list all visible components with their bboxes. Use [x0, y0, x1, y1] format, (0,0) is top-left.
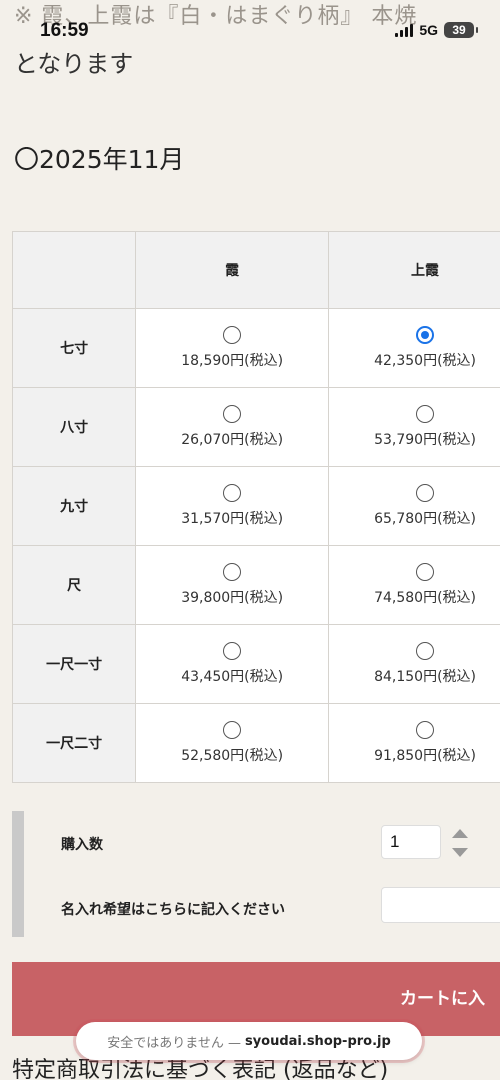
radio-selected-icon[interactable]: [416, 326, 435, 344]
table-row: 七寸 18,590円(税込) 42,350円(税込): [11, 308, 500, 388]
notice-line-2: となります: [14, 50, 134, 78]
price-option-cell[interactable]: 26,070円(税込): [135, 387, 330, 467]
price-text: 91,850円(税込): [374, 748, 476, 764]
row-label: 尺: [11, 545, 137, 625]
quantity-label: 購入数: [61, 837, 103, 853]
price-option-cell[interactable]: 18,590円(税込): [135, 308, 330, 388]
row-label: 一尺二寸: [11, 703, 137, 783]
table-corner: [11, 231, 137, 309]
radio-icon[interactable]: [223, 721, 242, 739]
radio-icon[interactable]: [416, 563, 435, 581]
price-option-cell[interactable]: 65,780円(税込): [328, 466, 500, 546]
engraving-label: 名入れ希望はこちらに記入ください: [61, 902, 285, 918]
radio-icon[interactable]: [416, 484, 435, 502]
price-option-cell[interactable]: 53,790円(税込): [328, 387, 500, 467]
radio-icon[interactable]: [416, 405, 435, 423]
price-option-cell[interactable]: 84,150円(税込): [328, 624, 500, 704]
price-option-cell[interactable]: 52,580円(税込): [135, 703, 330, 783]
month-heading: 〇2025年11月: [14, 145, 185, 174]
price-option-cell[interactable]: 91,850円(税込): [328, 703, 500, 783]
radio-icon[interactable]: [223, 405, 242, 423]
row-label: 一尺一寸: [11, 624, 137, 704]
column-header-kasumi: 霞: [135, 231, 330, 309]
price-option-cell[interactable]: 39,800円(税込): [135, 545, 330, 625]
column-header-jokasumi: 上霞: [328, 231, 500, 309]
price-option-cell[interactable]: 74,580円(税込): [328, 545, 500, 625]
radio-icon[interactable]: [223, 326, 242, 344]
url-domain: syoudai.shop-pro.jp: [244, 1033, 391, 1049]
radio-icon[interactable]: [416, 721, 435, 739]
table-row: 八寸 26,070円(税込) 53,790円(税込): [11, 387, 500, 467]
radio-icon[interactable]: [223, 642, 242, 660]
price-text: 18,590円(税込): [181, 353, 284, 369]
table-row: 尺 39,800円(税込) 74,580円(税込): [11, 545, 500, 625]
network-type: 5G: [419, 22, 438, 38]
radio-icon[interactable]: [416, 642, 435, 660]
quantity-stepper[interactable]: [452, 827, 468, 859]
status-time: 16:59: [40, 20, 89, 41]
price-text: 84,150円(税込): [374, 669, 476, 685]
price-text: 43,450円(税込): [181, 669, 284, 685]
stepper-down-icon[interactable]: [452, 848, 468, 857]
status-indicators: 5G 39: [395, 22, 478, 38]
price-text: 74,580円(税込): [374, 590, 476, 606]
quantity-input[interactable]: [381, 825, 441, 859]
signal-icon: [395, 23, 414, 37]
url-security-warning: 安全ではありません —: [107, 1035, 241, 1051]
battery-icon: 39: [444, 22, 478, 38]
page: ※ 霞、上霞は『白・はまぐり柄』 本焼 となります 16:59 5G 39 〇2…: [0, 0, 500, 1080]
price-text: 42,350円(税込): [374, 353, 476, 369]
engraving-input[interactable]: [381, 887, 500, 923]
price-text: 39,800円(税込): [181, 590, 284, 606]
table-row: 一尺一寸 43,450円(税込) 84,150円(税込): [11, 624, 500, 704]
stepper-up-icon[interactable]: [452, 829, 468, 838]
price-text: 65,780円(税込): [374, 511, 476, 527]
purchase-options: 購入数 名入れ希望はこちらに記入ください: [12, 811, 500, 937]
price-text: 53,790円(税込): [374, 432, 476, 448]
radio-icon[interactable]: [223, 563, 242, 581]
price-text: 31,570円(税込): [181, 511, 284, 527]
price-option-cell[interactable]: 42,350円(税込): [328, 308, 500, 388]
radio-icon[interactable]: [223, 484, 242, 502]
price-option-cell[interactable]: 31,570円(税込): [135, 466, 330, 546]
table-row: 九寸 31,570円(税込) 65,780円(税込): [11, 466, 500, 546]
row-label: 八寸: [11, 387, 137, 467]
url-bar[interactable]: 安全ではありません — syoudai.shop-pro.jp: [76, 1022, 422, 1060]
table-row: 一尺二寸 52,580円(税込) 91,850円(税込): [11, 703, 500, 783]
price-table: 霞 上霞 七寸 18,590円(税込) 42,350円(税込) 八寸 26,070円(税…: [11, 231, 500, 783]
price-text: 52,580円(税込): [181, 748, 284, 764]
row-label: 九寸: [11, 466, 137, 546]
price-option-cell[interactable]: 43,450円(税込): [135, 624, 330, 704]
price-text: 26,070円(税込): [181, 432, 284, 448]
row-label: 七寸: [11, 308, 137, 388]
